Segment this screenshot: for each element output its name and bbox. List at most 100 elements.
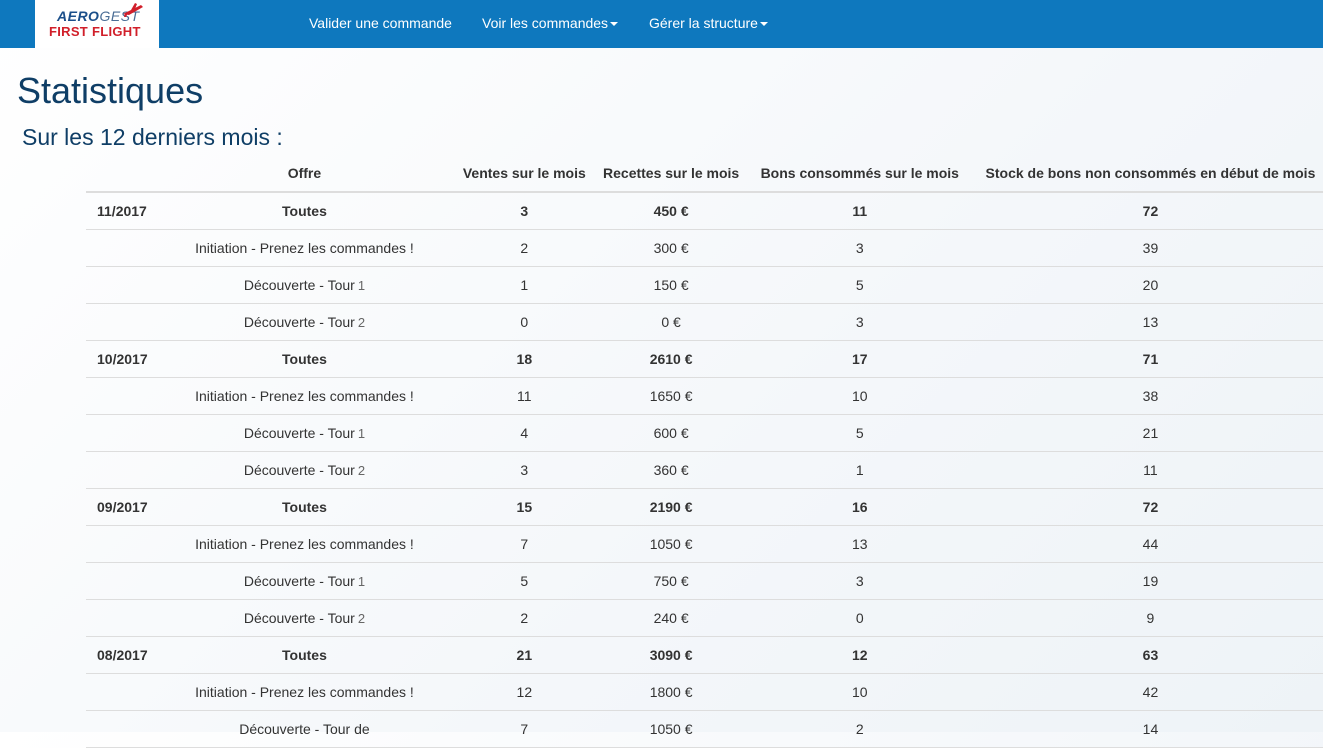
offre-label: Toutes <box>282 647 327 663</box>
cell-month: 10/2017 <box>86 340 161 378</box>
table-body: 11/2017 Toutes 3 450 €11 72 Initiation - Pren… <box>86 192 1323 748</box>
aerogest-logo[interactable]: AEROGEST FIRST FLIGHT <box>35 0 159 48</box>
cell-stock: 20 <box>977 266 1323 304</box>
table-row-offer: Découverte - Tour 2 3 360 €1 11 <box>86 451 1323 489</box>
col-header-stock: Stock de bons non consommés en début de … <box>977 154 1323 193</box>
caret-down-icon <box>759 22 768 27</box>
table-row-offer: Initiation - Prenez les commandes ! 2 300 … <box>86 229 1323 267</box>
cell-ventes: 21 <box>448 636 601 674</box>
caret-down-icon <box>610 22 619 27</box>
cell-recettes: 3090 € <box>600 636 742 674</box>
offre-label: Découverte - Tour <box>243 425 355 441</box>
cell-month <box>86 303 161 341</box>
statistics-table: Offre Ventes sur le mois Recettes sur le… <box>86 154 1323 748</box>
cell-month <box>86 377 161 415</box>
offre-label: Découverte - Tour <box>243 610 355 626</box>
cell-month: 11/2017 <box>86 192 161 230</box>
cell-ventes: 1 <box>448 266 601 304</box>
offre-label: Initiation - Prenez les commandes ! <box>195 388 414 404</box>
offre-tour-number: 2 <box>357 315 366 330</box>
cell-month <box>86 414 161 452</box>
cell-stock: 63 <box>977 636 1323 674</box>
cell-month <box>86 229 161 267</box>
cell-offre: Initiation - Prenez les commandes ! <box>160 673 449 711</box>
cell-ventes: 7 <box>448 710 601 748</box>
cell-ventes: 11 <box>448 377 601 415</box>
cell-ventes: 3 <box>448 192 601 230</box>
cell-bons: 3 <box>741 229 978 267</box>
nav-gerer-structure[interactable]: Gérer la structure <box>649 15 768 31</box>
cell-stock: 9 <box>977 599 1323 637</box>
airplane-icon <box>123 3 143 17</box>
cell-offre: Découverte - Tour 1 <box>160 414 449 452</box>
cell-month <box>86 710 161 748</box>
cell-stock: 39 <box>977 229 1323 267</box>
col-header-month <box>86 154 161 193</box>
table-row-offer: Découverte - Tour de 7 1050 €2 14 <box>86 710 1323 748</box>
cell-offre: Toutes <box>160 636 449 674</box>
cell-bons: 10 <box>741 377 978 415</box>
cell-month <box>86 451 161 489</box>
offre-label: Toutes <box>282 351 327 367</box>
offre-label: Découverte - Tour <box>243 462 355 478</box>
offre-label: Découverte - Tour de <box>239 721 370 737</box>
table-row-offer: Découverte - Tour 1 1 150 €5 20 <box>86 266 1323 304</box>
nav-voir-commandes[interactable]: Voir les commandes <box>482 15 619 31</box>
offre-tour-number: 1 <box>357 278 366 293</box>
cell-stock: 72 <box>977 192 1323 230</box>
logo-text-first-flight: FIRST FLIGHT <box>49 24 141 39</box>
cell-recettes: 2190 € <box>600 488 742 526</box>
cell-ventes: 0 <box>448 303 601 341</box>
cell-stock: 21 <box>977 414 1323 452</box>
offre-label: Toutes <box>282 203 327 219</box>
cell-month <box>86 266 161 304</box>
table-row-offer: Découverte - Tour 1 5 750 €3 19 <box>86 562 1323 600</box>
cell-ventes: 15 <box>448 488 601 526</box>
offre-label: Toutes <box>282 499 327 515</box>
cell-offre: Toutes <box>160 340 449 378</box>
cell-recettes: 360 € <box>600 451 742 489</box>
cell-month <box>86 673 161 711</box>
cell-recettes: 300 € <box>600 229 742 267</box>
cell-bons: 3 <box>741 562 978 600</box>
offre-tour-number: 1 <box>357 574 366 589</box>
cell-offre: Toutes <box>160 488 449 526</box>
cell-stock: 14 <box>977 710 1323 748</box>
table-row-offer: Initiation - Prenez les commandes ! 12 180… <box>86 673 1323 711</box>
cell-offre: Toutes <box>160 192 449 230</box>
cell-month: 08/2017 <box>86 636 161 674</box>
cell-ventes: 2 <box>448 229 601 267</box>
offre-label: Découverte - Tour <box>243 277 355 293</box>
cell-bons: 17 <box>741 340 978 378</box>
table-row-month-total: 08/2017 Toutes 21 3090 €12 63 <box>86 636 1323 674</box>
offre-label: Initiation - Prenez les commandes ! <box>195 684 414 700</box>
cell-offre: Découverte - Tour 2 <box>160 451 449 489</box>
cell-recettes: 1650 € <box>600 377 742 415</box>
cell-offre: Découverte - Tour 1 <box>160 266 449 304</box>
cell-bons: 16 <box>741 488 978 526</box>
cell-stock: 19 <box>977 562 1323 600</box>
col-header-offre: Offre <box>160 154 449 193</box>
col-header-recettes: Recettes sur le mois <box>600 154 742 193</box>
cell-month <box>86 599 161 637</box>
nav-valider-commande[interactable]: Valider une commande <box>309 15 452 31</box>
cell-offre: Découverte - Tour de <box>160 710 449 748</box>
cell-stock: 42 <box>977 673 1323 711</box>
cell-recettes: 1800 € <box>600 673 742 711</box>
cell-recettes: 240 € <box>600 599 742 637</box>
cell-bons: 3 <box>741 303 978 341</box>
cell-ventes: 4 <box>448 414 601 452</box>
top-navbar: AEROGEST FIRST FLIGHT Valider une comman… <box>0 0 1323 48</box>
cell-offre: Initiation - Prenez les commandes ! <box>160 229 449 267</box>
cell-bons: 0 <box>741 599 978 637</box>
cell-stock: 11 <box>977 451 1323 489</box>
cell-ventes: 3 <box>448 451 601 489</box>
cell-ventes: 5 <box>448 562 601 600</box>
cell-recettes: 0 € <box>600 303 742 341</box>
table-row-offer: Découverte - Tour 2 2 240 €0 9 <box>86 599 1323 637</box>
page-subtitle: Sur les 12 derniers mois : <box>22 124 283 150</box>
cell-offre: Découverte - Tour 1 <box>160 562 449 600</box>
cell-stock: 71 <box>977 340 1323 378</box>
col-header-bons: Bons consommés sur le mois <box>741 154 978 193</box>
table-row-month-total: 10/2017 Toutes 18 2610 €17 71 <box>86 340 1323 378</box>
